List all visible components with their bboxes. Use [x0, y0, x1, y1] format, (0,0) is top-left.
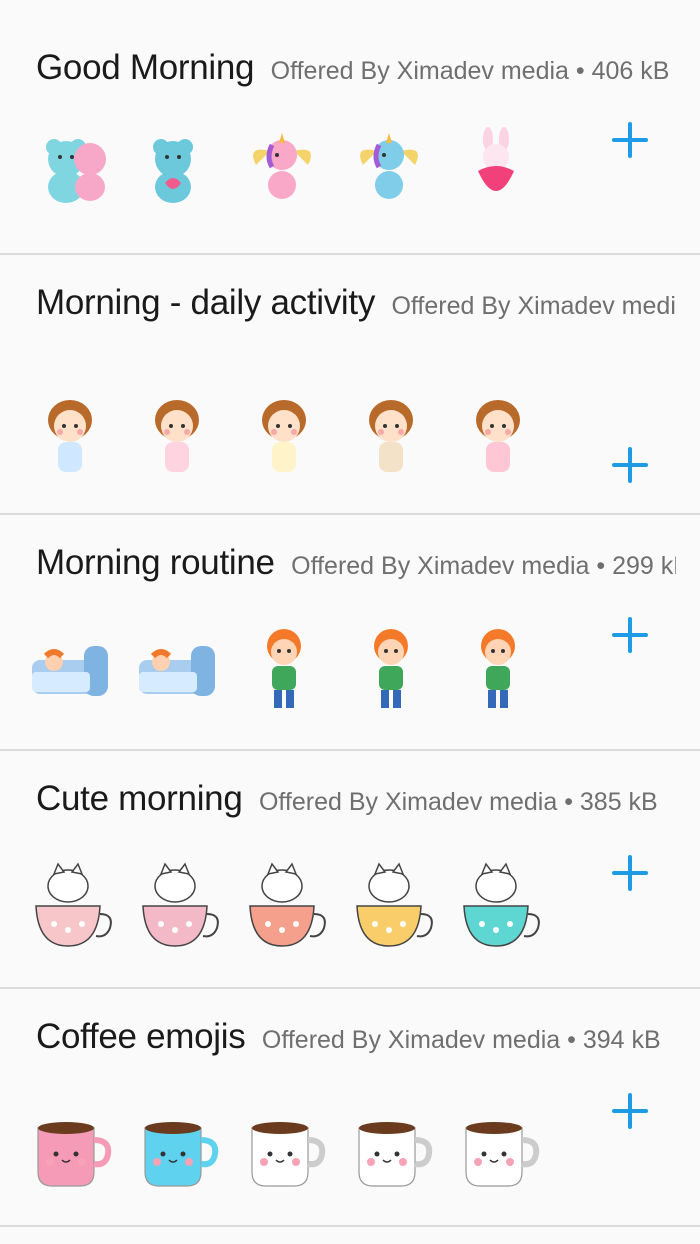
boy-waking-bed-sticker	[135, 620, 219, 720]
boy-jogging-sticker	[456, 620, 540, 720]
teddy-bears-good-morning-sticker	[28, 125, 112, 225]
blue-coffee-mug-sticker	[135, 1094, 219, 1194]
add-pack-button[interactable]	[610, 615, 650, 655]
pack-header: Morning routine Offered By Ximadev media…	[36, 543, 676, 583]
pack-meta: Offered By Ximadev media • 299 kB	[291, 552, 676, 580]
girl-waking-sticker	[349, 390, 433, 490]
pack-meta: Offered By Ximadev media •	[391, 292, 676, 320]
pack-meta: Offered By Ximadev media • 394 kB	[261, 1026, 661, 1054]
pack-meta: Offered By Ximadev media • 406 kB	[270, 57, 670, 85]
cat-coral-cup-sticker	[242, 856, 326, 956]
girl-hair-dryer-sticker	[456, 390, 540, 490]
pack-meta: Offered By Ximadev media • 385 kB	[258, 788, 658, 816]
cat-pink-cup-sticker	[28, 856, 112, 956]
sticker-pack-coffee-emojis[interactable]: Coffee emojis Offered By Ximadev media •…	[0, 989, 700, 1227]
sticker-pack-morning-daily-activity[interactable]: Morning - daily activity Offered By Xima…	[0, 255, 700, 515]
white-coffee-mug-hearts-sticker	[349, 1094, 433, 1194]
cat-pink-cup-sleeping-sticker	[135, 856, 219, 956]
add-pack-button[interactable]	[610, 445, 650, 485]
white-coffee-mug-spoon-sticker	[456, 1094, 540, 1194]
sticker-preview-row	[28, 856, 563, 956]
blue-bear-heart-good-morning-sticker	[135, 125, 219, 225]
sticker-preview-row	[28, 390, 563, 490]
cat-teal-cup-sticker	[456, 856, 540, 956]
sticker-pack-morning-routine[interactable]: Morning routine Offered By Ximadev media…	[0, 515, 700, 751]
pack-title: Coffee emojis	[36, 1017, 246, 1056]
white-coffee-mug-sleepy-sticker	[242, 1094, 326, 1194]
cat-yellow-cup-sticker	[349, 856, 433, 956]
add-pack-button[interactable]	[610, 120, 650, 160]
add-pack-button[interactable]	[610, 853, 650, 893]
sticker-pack-cute-morning[interactable]: Cute morning Offered By Ximadev media • …	[0, 751, 700, 989]
girl-toothbrush-sticker	[135, 390, 219, 490]
add-pack-button[interactable]	[610, 1091, 650, 1131]
pack-header: Good Morning Offered By Ximadev media • …	[36, 48, 676, 88]
pink-coffee-mug-sticker	[28, 1094, 112, 1194]
pack-header: Morning - daily activity Offered By Xima…	[36, 283, 676, 323]
bunny-heart-good-morning-sticker	[456, 125, 540, 225]
sticker-preview-row	[28, 1094, 563, 1194]
boy-sleeping-bed-sticker	[28, 620, 112, 720]
sticker-preview-row	[28, 125, 563, 225]
pack-title: Good Morning	[36, 48, 255, 87]
girl-toilet-sticker	[242, 390, 326, 490]
pack-title: Morning routine	[36, 543, 275, 582]
boy-toilet-paper-sticker	[242, 620, 326, 720]
pack-title: Morning - daily activity	[36, 283, 376, 322]
sticker-pack-good-morning[interactable]: Good Morning Offered By Ximadev media • …	[0, 0, 700, 255]
girl-shower-sticker	[28, 390, 112, 490]
blue-unicorn-good-morning-sticker	[349, 125, 433, 225]
pack-header: Cute morning Offered By Ximadev media • …	[36, 779, 676, 819]
pack-title: Cute morning	[36, 779, 243, 818]
sticker-preview-row	[28, 620, 563, 720]
pack-header: Coffee emojis Offered By Ximadev media •…	[36, 1017, 676, 1057]
boy-brushing-teeth-sticker	[349, 620, 433, 720]
pink-unicorn-good-morning-sticker	[242, 125, 326, 225]
